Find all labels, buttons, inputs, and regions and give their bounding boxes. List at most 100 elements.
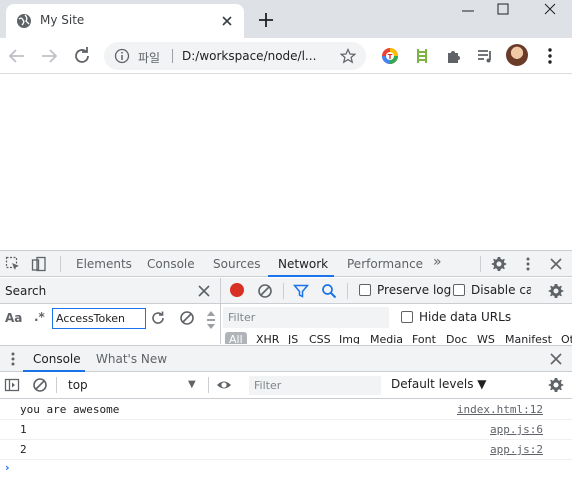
type-filter-font[interactable]: Font xyxy=(412,333,436,344)
regex-toggle[interactable]: .* xyxy=(34,310,45,324)
resource-type-filters: All XHR JS CSS Img Media Font Doc WS Man… xyxy=(221,330,572,344)
type-filter-other[interactable]: Ot xyxy=(561,333,572,344)
disable-cache-label: Disable cac xyxy=(471,283,531,297)
url-divider xyxy=(172,49,173,63)
drawer-menu-icon[interactable] xyxy=(5,351,21,367)
context-selector[interactable]: top ▼ xyxy=(60,376,204,395)
console-prompt[interactable]: › xyxy=(5,461,10,474)
url-text[interactable]: D:/workspace/node/l... xyxy=(182,49,316,63)
console-message-source-link[interactable]: app.js:2 xyxy=(490,443,543,456)
ladder-extension-icon[interactable] xyxy=(413,47,431,65)
sidebar-toggle-icon[interactable] xyxy=(4,377,20,393)
drawer-tab-whats-new[interactable]: What's New xyxy=(96,352,167,366)
type-filter-img[interactable]: Img xyxy=(339,333,360,344)
page-viewport xyxy=(0,75,572,250)
type-filter-all[interactable]: All xyxy=(225,332,247,344)
scroll-arrows-icon[interactable] xyxy=(205,308,217,332)
active-tab-indicator xyxy=(268,275,334,277)
network-filter-input[interactable] xyxy=(223,307,389,328)
console-message-source-link[interactable]: index.html:12 xyxy=(457,403,543,416)
info-icon[interactable] xyxy=(114,48,130,64)
close-drawer-icon[interactable] xyxy=(548,351,564,367)
device-toolbar-icon[interactable] xyxy=(31,256,47,272)
console-toolbar: top ▼ Default levels ▼ xyxy=(0,372,572,399)
console-message: you are awesome index.html:12 xyxy=(0,400,572,420)
type-filter-doc[interactable]: Doc xyxy=(446,333,467,344)
type-filter-xhr[interactable]: XHR xyxy=(256,333,279,344)
hide-data-urls-label: Hide data URLs xyxy=(419,310,512,324)
hide-data-urls-checkbox[interactable] xyxy=(401,311,413,323)
search-panel-header: Search xyxy=(0,278,220,304)
search-panel-title: Search xyxy=(5,284,47,298)
reading-list-icon[interactable] xyxy=(476,47,494,65)
preserve-log-label: Preserve log xyxy=(377,283,452,297)
devtools-menu-icon[interactable] xyxy=(520,256,536,272)
url-scheme-label: 파일 xyxy=(138,51,161,65)
window-close-icon[interactable] xyxy=(530,0,570,22)
tab-performance[interactable]: Performance xyxy=(347,257,423,271)
network-settings-gear-icon[interactable] xyxy=(548,283,564,299)
disable-cache-checkbox[interactable] xyxy=(453,284,465,296)
toolbar-divider xyxy=(208,377,209,393)
match-case-toggle[interactable]: Aa xyxy=(5,311,22,325)
tab-elements[interactable]: Elements xyxy=(76,257,132,271)
console-message-source-link[interactable]: app.js:6 xyxy=(490,423,543,436)
console-message-text: you are awesome xyxy=(20,403,120,416)
settings-gear-icon[interactable] xyxy=(491,256,507,272)
globe-icon xyxy=(17,14,31,28)
drawer-tab-console[interactable]: Console xyxy=(33,352,81,366)
devtools-toolbar: Elements Console Sources Network Perform… xyxy=(0,250,572,277)
console-message: 1 app.js:6 xyxy=(0,420,572,440)
console-message: 2 app.js:2 xyxy=(0,440,572,460)
filter-funnel-icon[interactable] xyxy=(293,283,309,299)
preserve-log-checkbox[interactable] xyxy=(359,284,371,296)
dropdown-arrow-icon: ▼ xyxy=(188,379,196,390)
reload-icon[interactable] xyxy=(71,45,93,67)
clear-console-icon[interactable] xyxy=(32,377,48,393)
refresh-icon[interactable] xyxy=(150,310,166,326)
toolbar-divider xyxy=(283,283,284,299)
log-levels-dropdown[interactable]: Default levels ▼ xyxy=(391,377,487,391)
color-extension-icon[interactable]: T xyxy=(381,47,399,65)
toolbar-divider xyxy=(60,256,61,272)
browser-toolbar: 파일 D:/workspace/node/l... T xyxy=(0,38,572,74)
type-filter-css[interactable]: CSS xyxy=(309,333,331,344)
search-icon[interactable] xyxy=(321,283,337,299)
svg-text:T: T xyxy=(388,53,393,61)
console-settings-gear-icon[interactable] xyxy=(548,377,564,393)
profile-avatar[interactable] xyxy=(506,44,528,66)
extensions-puzzle-icon[interactable] xyxy=(445,47,463,65)
address-bar[interactable]: 파일 D:/workspace/node/l... xyxy=(104,42,366,70)
browser-tab[interactable]: My Site xyxy=(6,4,244,38)
type-filter-media[interactable]: Media xyxy=(370,333,403,344)
search-input[interactable] xyxy=(52,308,146,329)
network-filter-bar: Hide data URLs xyxy=(221,304,572,330)
back-arrow-icon[interactable] xyxy=(6,45,28,67)
clear-log-icon[interactable] xyxy=(257,283,273,299)
tab-sources[interactable]: Sources xyxy=(213,257,260,271)
inspect-element-icon[interactable] xyxy=(5,256,21,272)
maximize-icon[interactable] xyxy=(483,0,523,22)
close-tab-icon[interactable] xyxy=(218,12,236,30)
more-tabs-chevron[interactable]: » xyxy=(433,254,442,270)
record-button[interactable] xyxy=(230,283,244,297)
console-filter-input[interactable] xyxy=(249,376,381,395)
tab-strip: My Site xyxy=(0,0,572,38)
type-filter-manifest[interactable]: Manifest xyxy=(505,333,552,344)
console-message-text: 1 xyxy=(20,423,27,436)
close-search-icon[interactable] xyxy=(196,283,212,299)
more-vert-icon[interactable] xyxy=(540,46,560,66)
close-devtools-icon[interactable] xyxy=(548,256,564,272)
bookmark-star-icon[interactable] xyxy=(340,48,356,64)
type-filter-js[interactable]: JS xyxy=(288,333,298,344)
tab-console[interactable]: Console xyxy=(147,257,195,271)
context-selector-value: top xyxy=(68,378,88,392)
clear-icon[interactable] xyxy=(179,310,195,326)
tab-network[interactable]: Network xyxy=(278,257,328,271)
minimize-icon[interactable] xyxy=(448,0,488,22)
forward-arrow-icon[interactable] xyxy=(38,45,60,67)
type-filter-ws[interactable]: WS xyxy=(477,333,495,344)
new-tab-icon[interactable] xyxy=(256,10,276,30)
toolbar-divider xyxy=(347,283,348,299)
live-expression-eye-icon[interactable] xyxy=(216,377,232,393)
